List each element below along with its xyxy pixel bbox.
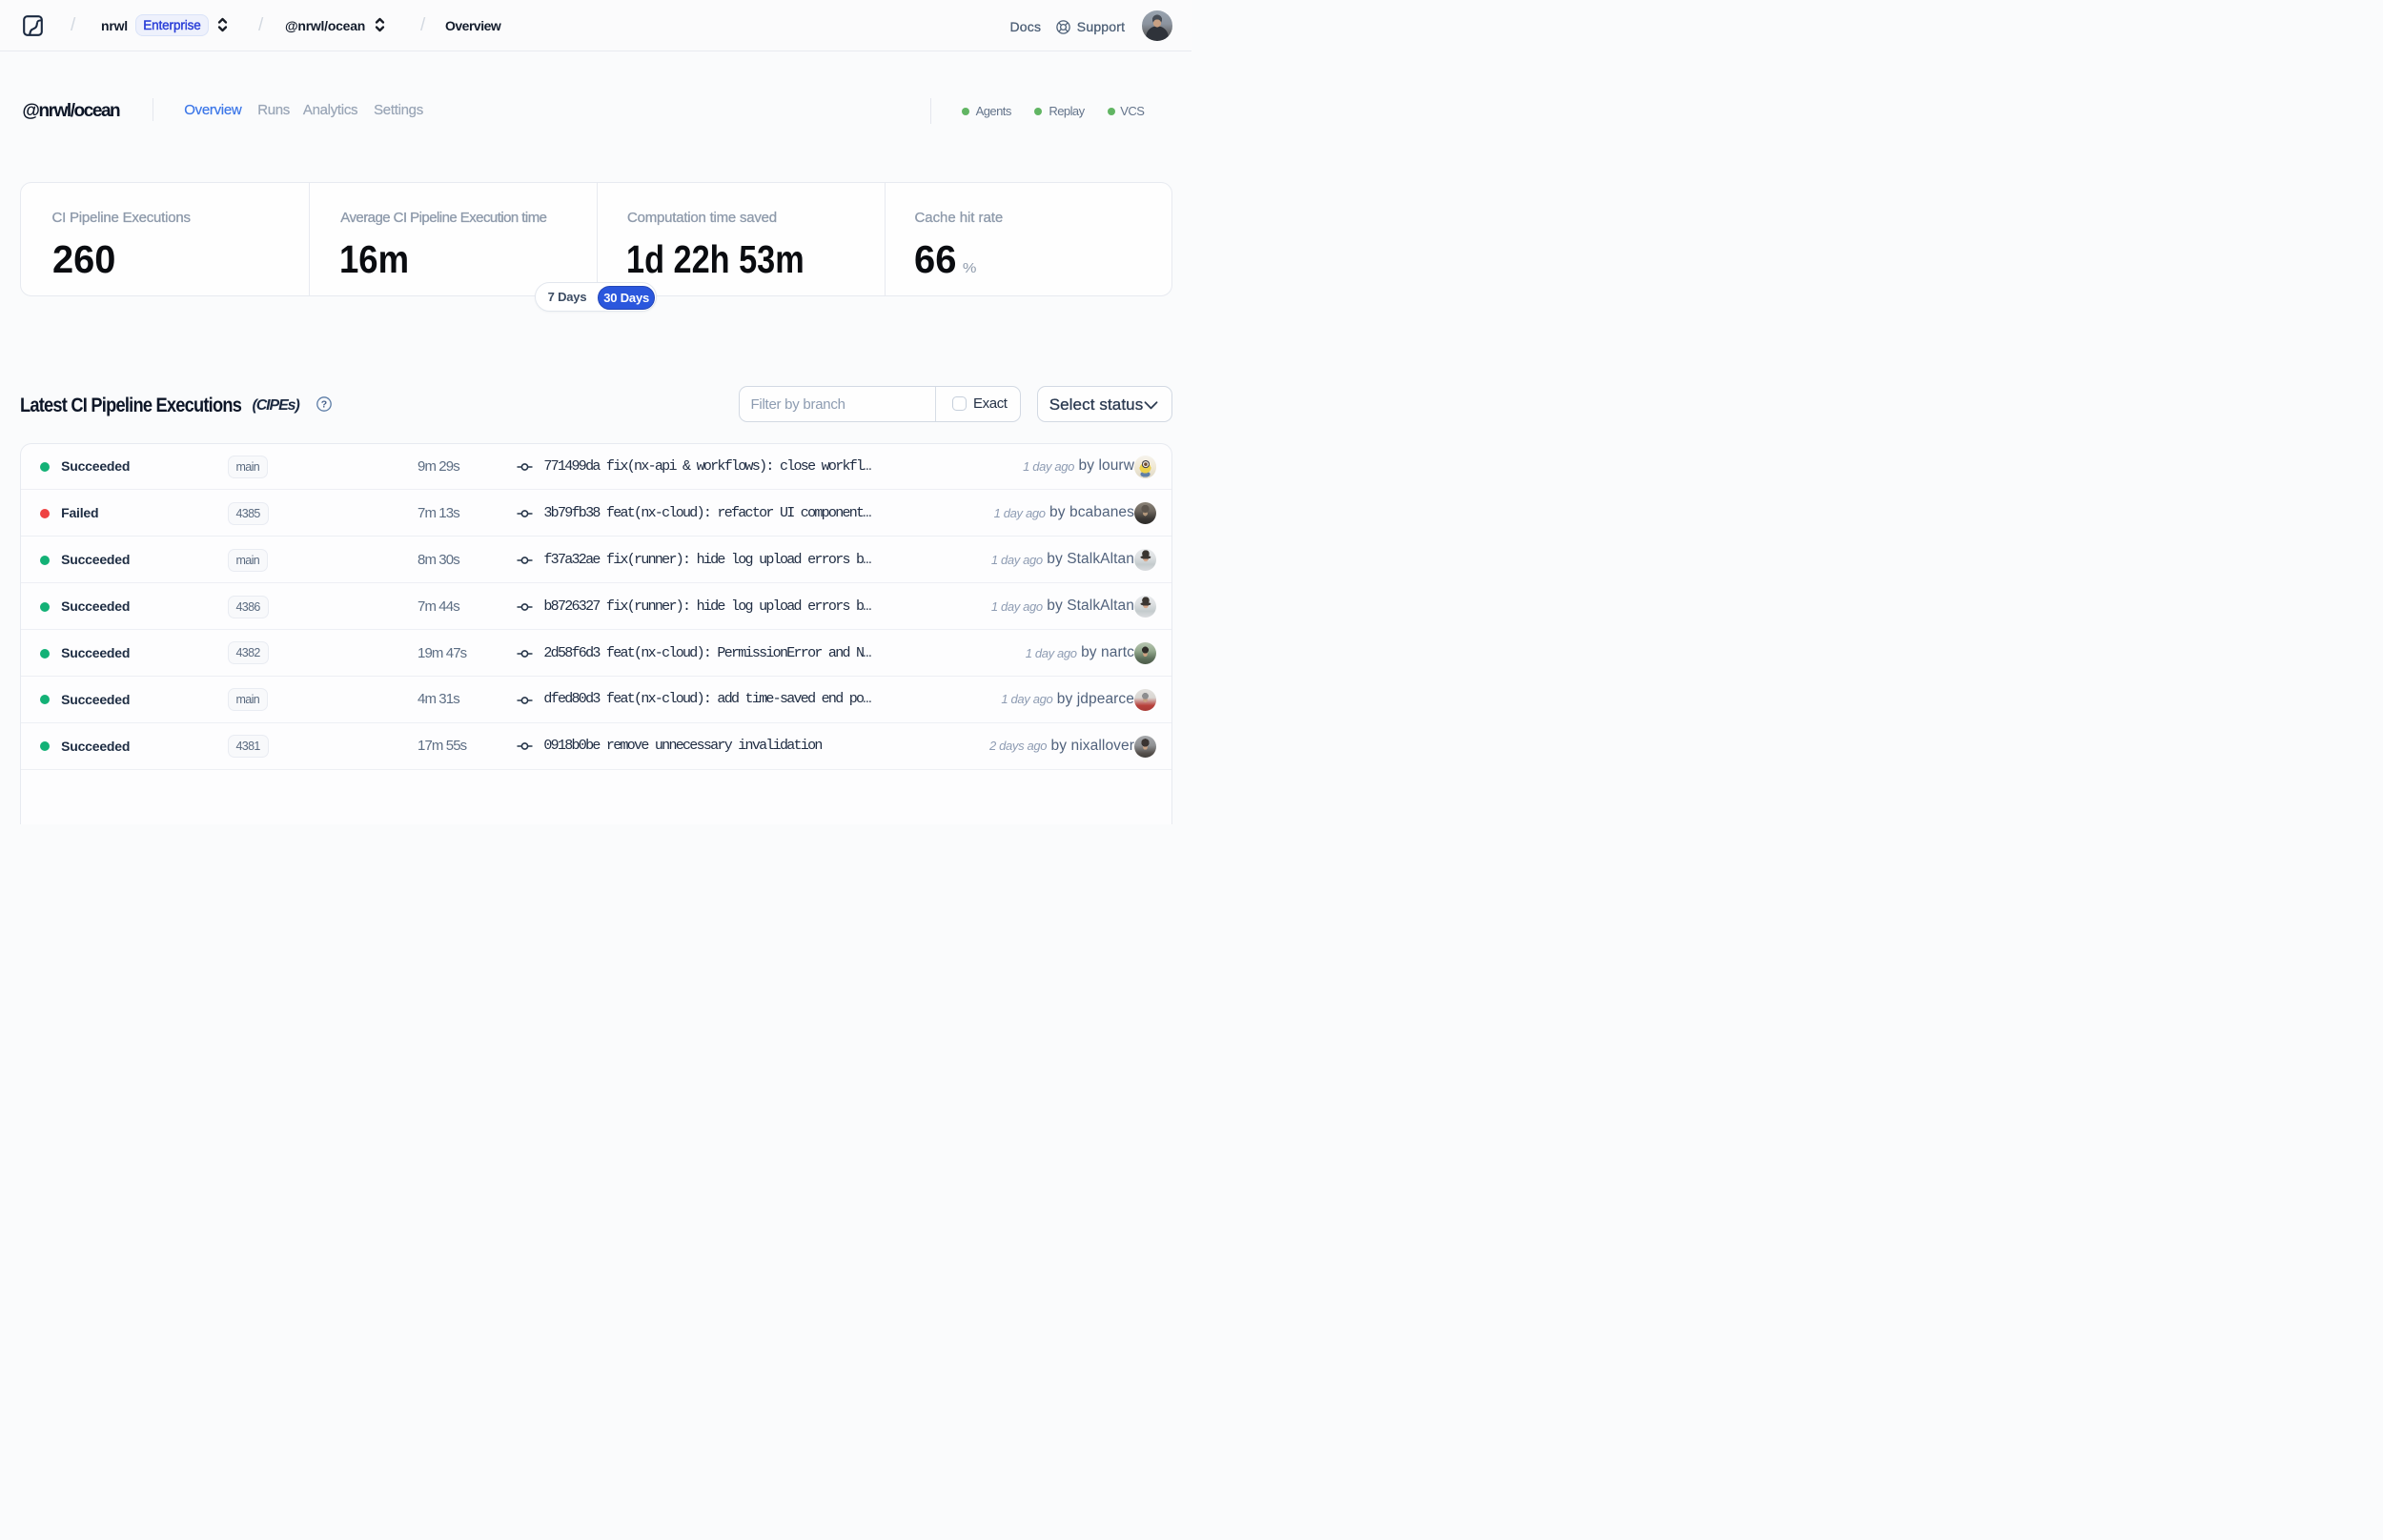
svg-text:?: ? — [320, 399, 326, 411]
